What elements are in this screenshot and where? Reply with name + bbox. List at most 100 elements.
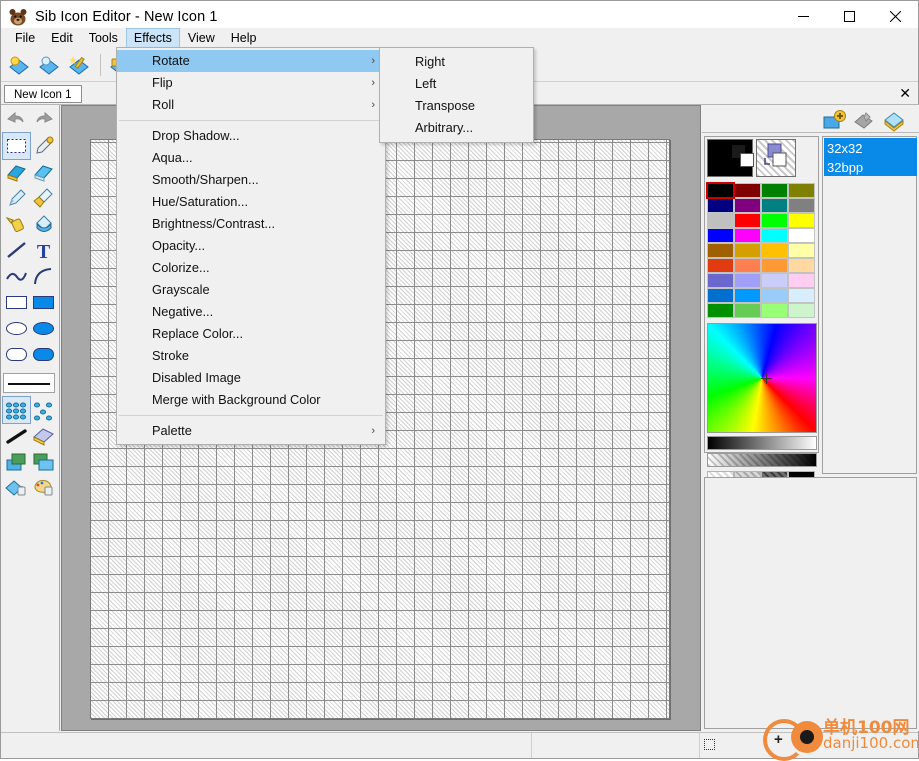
palette-swatch[interactable] [761,198,788,213]
palette-swatch[interactable] [734,243,761,258]
palette-swatch[interactable] [707,243,734,258]
lock-palette-tool[interactable] [30,475,57,501]
palette-swatch[interactable] [707,288,734,303]
rectangle-filled-tool[interactable] [30,289,57,315]
menu-item-smooth-sharpen[interactable]: Smooth/Sharpen... [117,169,385,191]
menu-item-replace-color[interactable]: Replace Color... [117,323,385,345]
rotate-submenu[interactable]: Right Left Transpose Arbitrary... [379,47,534,143]
gradient-tool[interactable] [2,396,31,424]
palette-swatch[interactable] [734,258,761,273]
eraser-tool[interactable] [3,159,30,185]
alpha-slider[interactable] [707,453,817,467]
palette-swatch[interactable] [788,228,815,243]
add-image-icon[interactable] [820,107,848,135]
menu-item-hue-saturation[interactable]: Hue/Saturation... [117,191,385,213]
select-rectangle-tool[interactable] [2,132,31,160]
palette-swatch[interactable] [788,198,815,213]
curve-tool[interactable] [3,263,30,289]
menu-item-grayscale[interactable]: Grayscale [117,279,385,301]
layer-merge-tool[interactable] [3,449,30,475]
lock-transparency-tool[interactable] [3,475,30,501]
menu-item-rotate-left[interactable]: Left [380,73,533,95]
palette-swatch[interactable] [707,198,734,213]
menu-item-rotate[interactable]: Rotate › [117,50,385,72]
delete-image-icon[interactable] [850,107,878,135]
palette-swatch[interactable] [707,258,734,273]
palette-swatch[interactable] [707,228,734,243]
menu-item-rotate-transpose[interactable]: Transpose [380,95,533,117]
rounded-rect-filled-tool[interactable] [30,341,57,367]
palette-swatch[interactable] [734,288,761,303]
menu-item-flip[interactable]: Flip › [117,72,385,94]
swap-colors-icon[interactable] [761,142,789,170]
ellipse-filled-tool[interactable] [30,315,57,341]
menu-item-brightness-contrast[interactable]: Brightness/Contrast... [117,213,385,235]
menu-item-stroke[interactable]: Stroke [117,345,385,367]
menu-item-merge-with-background-color[interactable]: Merge with Background Color [117,389,385,411]
tab-new-icon-1[interactable]: New Icon 1 [4,85,82,103]
palette-swatch[interactable] [788,303,815,318]
color-picker-tool[interactable] [30,133,57,159]
palette-swatch[interactable] [788,213,815,228]
airbrush-tool[interactable] [3,211,30,237]
palette-swatch[interactable] [761,228,788,243]
menu-item-disabled-image[interactable]: Disabled Image [117,367,385,389]
palette-swatch[interactable] [761,243,788,258]
palette-swatch[interactable] [761,288,788,303]
paint-bucket-tool[interactable] [30,211,57,237]
palette-swatch[interactable] [788,243,815,258]
palette-swatch[interactable] [788,258,815,273]
new-icon-icon[interactable] [5,51,33,79]
menu-help[interactable]: Help [223,28,265,48]
menu-view[interactable]: View [180,28,223,48]
menu-item-rotate-right[interactable]: Right [380,51,533,73]
color-wheel[interactable] [707,323,817,433]
image-properties-icon[interactable] [880,107,908,135]
palette-swatch[interactable] [788,183,815,198]
palette-swatch[interactable] [761,183,788,198]
open-icon-icon[interactable] [35,51,63,79]
effects-menu[interactable]: Rotate › Flip › Roll › Drop Shadow... Aq… [116,47,386,445]
menu-edit[interactable]: Edit [43,28,81,48]
effects-wizard-icon[interactable] [65,51,93,79]
text-tool[interactable]: T [30,237,57,263]
palette-swatch[interactable] [761,213,788,228]
rectangle-outline-tool[interactable] [3,289,30,315]
image-list[interactable]: 32x32 32bpp [822,136,917,474]
palette-swatch[interactable] [707,213,734,228]
menu-item-roll[interactable]: Roll › [117,94,385,116]
palette-swatch[interactable] [734,273,761,288]
palette-swatch[interactable] [734,228,761,243]
menu-item-opacity[interactable]: Opacity... [117,235,385,257]
palette-swatch[interactable] [761,258,788,273]
ellipse-outline-tool[interactable] [3,315,30,341]
menu-item-colorize[interactable]: Colorize... [117,257,385,279]
palette-swatch[interactable] [707,273,734,288]
palette-swatch[interactable] [788,273,815,288]
pencil-tool[interactable] [3,185,30,211]
undo-button[interactable] [1,105,30,131]
menu-item-rotate-arbitrary[interactable]: Arbitrary... [380,117,533,139]
menu-file[interactable]: File [7,28,43,48]
redo-button[interactable] [30,105,59,131]
line-width-selector[interactable] [3,373,55,393]
palette-swatch[interactable] [788,288,815,303]
image-list-item[interactable]: 32x32 32bpp [824,138,917,176]
menu-tools[interactable]: Tools [81,28,126,48]
menu-effects[interactable]: Effects [125,28,180,48]
palette-swatch[interactable] [734,303,761,318]
brush-tool[interactable] [30,185,57,211]
palette-swatch[interactable] [734,198,761,213]
close-tab-icon[interactable]: ✕ [899,85,911,101]
menu-item-drop-shadow[interactable]: Drop Shadow... [117,125,385,147]
smudge-tool[interactable] [3,423,30,449]
palette-swatch[interactable] [761,303,788,318]
palette-swatch[interactable] [734,183,761,198]
line-tool[interactable] [3,237,30,263]
palette-swatch[interactable] [734,213,761,228]
brightness-slider[interactable] [707,436,817,450]
eraser-transparent-tool[interactable] [30,159,57,185]
palette-swatch[interactable] [707,303,734,318]
scatter-tool[interactable] [30,397,57,423]
palette-swatch[interactable] [706,182,735,199]
